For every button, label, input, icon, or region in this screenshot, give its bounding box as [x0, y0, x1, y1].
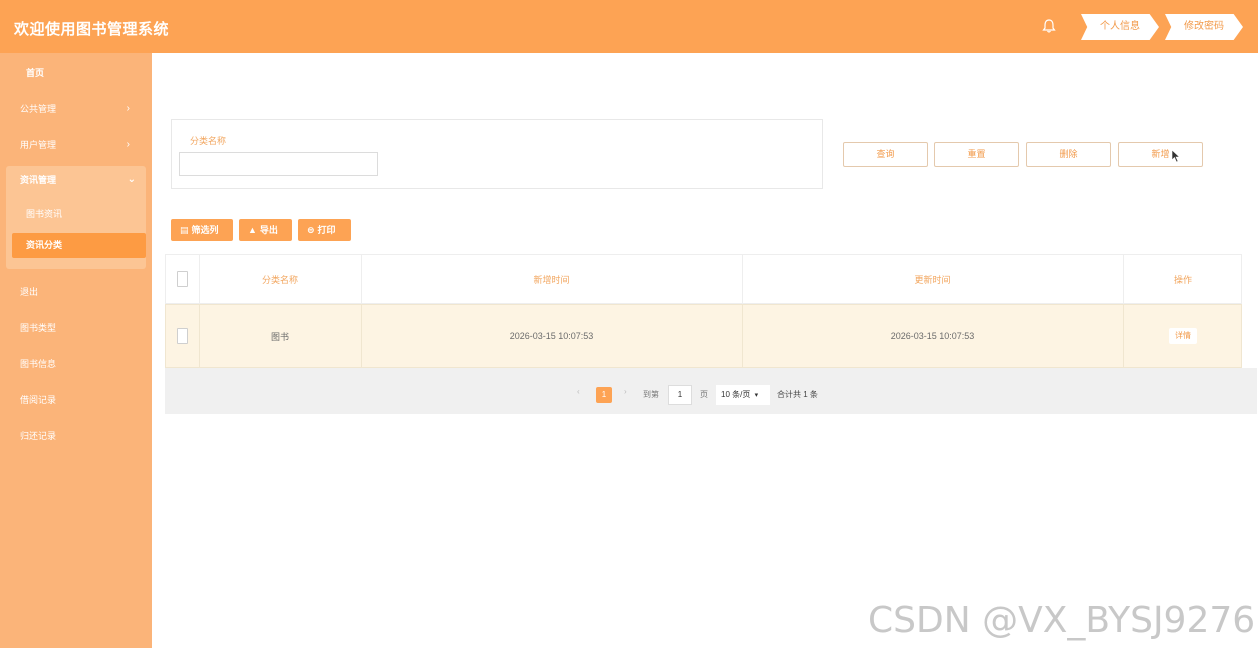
column-header: 操作 [1173, 274, 1192, 285]
sidebar-item-label: 归还记录 [20, 431, 57, 441]
filter-columns-label: 筛选列 [191, 225, 219, 235]
sidebar-item-home[interactable]: 首页 [0, 55, 152, 91]
sidebar-item-label: 公共管理 [20, 104, 57, 114]
app-title: 欢迎使用图书管理系统 [14, 21, 170, 38]
goto-page-input[interactable]: 1 [668, 385, 692, 405]
profile-button[interactable]: 个人信息 [1081, 14, 1159, 40]
total-count: 合计共 1 条 [777, 390, 818, 399]
sidebar-item-news-category[interactable]: 资讯分类 [12, 233, 146, 258]
mouse-cursor-icon [1171, 149, 1181, 163]
sidebar-item-public-manage[interactable]: 公共管理 › [0, 91, 152, 127]
delete-button[interactable]: 删除 [1026, 142, 1111, 167]
export-label: 导出 [259, 225, 278, 235]
export-button[interactable]: ▲ 导出 [239, 219, 292, 241]
print-icon: ⊜ [307, 225, 315, 235]
search-panel: 分类名称 [171, 119, 823, 189]
sidebar-item-label: 图书类型 [20, 323, 57, 333]
page-size-select[interactable]: 10 条/页 ▾ [716, 385, 770, 405]
query-button[interactable]: 查询 [843, 142, 928, 167]
select-all-cell [166, 255, 199, 303]
table-header: 分类名称 新增时间 更新时间 操作 [165, 254, 1242, 304]
change-password-button[interactable]: 修改密码 [1165, 14, 1243, 40]
chevron-down-icon: ▾ [754, 392, 759, 399]
add-button[interactable]: 新增 [1118, 142, 1203, 167]
column-header[interactable]: 新增时间 [361, 255, 742, 303]
chevron-right-icon: › [126, 103, 130, 114]
sidebar-item-label: 退出 [20, 287, 39, 297]
export-icon: ▲ [248, 225, 257, 235]
sidebar-item-label: 借阅记录 [20, 395, 57, 405]
chevron-down-icon: ⌄ [127, 174, 136, 185]
filter-icon: ▤ [180, 225, 189, 235]
action-cell: 详情 [1123, 305, 1243, 367]
sidebar-item-label: 图书资讯 [26, 209, 63, 219]
sidebar-item-label: 图书信息 [20, 359, 57, 369]
print-label: 打印 [317, 225, 336, 235]
column-header[interactable]: 更新时间 [742, 255, 1123, 303]
watermark: CSDN @VX_BYSJ9276 [868, 600, 1256, 641]
sidebar-item-book-info[interactable]: 图书信息 [0, 346, 152, 382]
reset-button[interactable]: 重置 [934, 142, 1019, 167]
filter-columns-button[interactable]: ▤ 筛选列 [171, 219, 233, 241]
category-name-cell: 图书 [270, 331, 289, 342]
detail-button[interactable]: 详情 [1169, 328, 1197, 344]
created-time-cell: 2026-03-15 10:07:53 [509, 331, 594, 341]
column-header[interactable]: 分类名称 [199, 255, 361, 303]
sidebar-item-user-manage[interactable]: 用户管理 › [0, 127, 152, 163]
prev-page-icon[interactable]: ‹ [577, 385, 580, 399]
print-button[interactable]: ⊜ 打印 [298, 219, 351, 241]
sidebar-item-book-type[interactable]: 图书类型 [0, 310, 152, 346]
sidebar-item-book-news[interactable]: 图书资讯 [12, 202, 146, 227]
page-button-current[interactable]: 1 [596, 387, 612, 403]
sidebar-item-label: 资讯管理 [20, 175, 57, 185]
sidebar-item-logout[interactable]: 退出 [0, 274, 152, 310]
sidebar-item-borrow-record[interactable]: 借阅记录 [0, 382, 152, 418]
sidebar-group-news: 资讯管理 ⌄ 图书资讯 资讯分类 [6, 166, 146, 269]
updated-time-cell: 2026-03-15 10:07:53 [890, 331, 975, 341]
pagination: ‹ 1 › 到第 1 页 10 条/页 ▾ 合计共 1 条 [165, 368, 1257, 414]
select-all-checkbox[interactable] [177, 271, 188, 287]
category-name-input[interactable] [179, 152, 378, 176]
row-checkbox[interactable] [177, 328, 188, 344]
bell-icon[interactable] [1041, 18, 1057, 34]
search-label: 分类名称 [190, 136, 227, 146]
goto-label: 到第 [643, 390, 659, 399]
sidebar-item-label: 用户管理 [20, 140, 57, 150]
sidebar-item-label: 资讯分类 [26, 240, 63, 250]
sidebar-item-news-manage[interactable]: 资讯管理 ⌄ [0, 162, 152, 198]
table-row[interactable]: 图书 2026-03-15 10:07:53 2026-03-15 10:07:… [165, 304, 1242, 368]
page-size-value: 10 条/页 [721, 390, 751, 399]
sidebar-item-label: 首页 [26, 68, 45, 78]
sidebar-item-return-record[interactable]: 归还记录 [0, 418, 152, 454]
next-page-icon[interactable]: › [624, 385, 627, 399]
chevron-right-icon: › [126, 139, 130, 150]
top-bar: 欢迎使用图书管理系统 个人信息 修改密码 [0, 0, 1258, 53]
page-unit-label: 页 [700, 390, 708, 399]
row-select-cell [166, 305, 199, 367]
